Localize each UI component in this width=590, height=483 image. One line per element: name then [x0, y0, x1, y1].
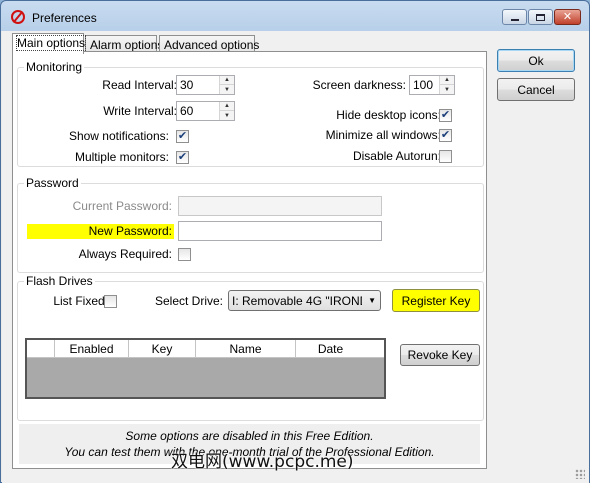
checkmark-icon: ✔ — [177, 151, 188, 163]
minimize-button[interactable] — [502, 9, 527, 25]
checkmark-icon: ✔ — [177, 130, 188, 142]
close-button[interactable]: ✕ — [554, 9, 581, 25]
password-title: Password — [24, 176, 81, 190]
multiple-monitors-label: Multiple monitors: — [74, 150, 169, 164]
tab-label: Main options — [15, 35, 87, 51]
write-interval-label: Write Interval: — [103, 104, 177, 118]
new-password-label: New Password: — [88, 224, 172, 238]
tab-label: Advanced options — [164, 38, 260, 52]
spin-down-icon[interactable]: ▼ — [220, 111, 234, 120]
write-interval-spinner[interactable]: 60 ▲ ▼ — [176, 101, 235, 121]
list-fixed-checkbox[interactable] — [104, 295, 117, 308]
select-drive-value: I: Removable 4G "IRONDU — [232, 294, 362, 308]
show-notifications-label: Show notifications: — [68, 129, 169, 143]
screen-darkness-label: Screen darkness: — [312, 78, 406, 92]
read-interval-label: Read Interval: — [102, 78, 177, 92]
spin-up-icon[interactable]: ▲ — [440, 76, 454, 85]
preferences-window: Preferences ✕ Main options Alarm options… — [0, 0, 590, 483]
app-no-entry-icon — [11, 10, 25, 24]
notice-line-1: Some options are disabled in this Free E… — [125, 429, 374, 443]
flash-drives-title: Flash Drives — [24, 274, 95, 288]
column-header-date[interactable]: Date — [296, 340, 365, 358]
row-header-cell — [27, 340, 55, 358]
spin-up-icon[interactable]: ▲ — [220, 76, 234, 85]
maximize-icon — [536, 13, 545, 21]
minimize-icon — [510, 19, 519, 21]
register-key-button[interactable]: Register Key — [392, 289, 480, 312]
main-options-panel: Monitoring Read Interval: 30 ▲ ▼ Write In… — [12, 51, 487, 469]
spinner-arrows: ▲ ▼ — [439, 76, 454, 94]
spinner-arrows: ▲ ▼ — [219, 76, 234, 94]
resize-grip-icon[interactable] — [575, 469, 585, 479]
always-required-label: Always Required: — [78, 247, 172, 261]
list-fixed-label: List Fixed: — [53, 294, 108, 308]
new-password-field[interactable] — [178, 221, 382, 241]
tab-main-options[interactable]: Main options — [12, 33, 87, 54]
select-drive-label: Select Drive: — [154, 294, 223, 308]
title-bar[interactable]: Preferences ✕ — [1, 1, 589, 31]
current-password-field[interactable] — [178, 196, 382, 216]
read-interval-value: 30 — [180, 78, 194, 92]
spin-down-icon[interactable]: ▼ — [440, 85, 454, 94]
select-drive-dropdown[interactable]: I: Removable 4G "IRONDU ▼ — [228, 290, 381, 311]
write-interval-value: 60 — [180, 104, 194, 118]
checkmark-icon: ✔ — [440, 109, 451, 121]
window-title: Preferences — [32, 11, 97, 25]
cancel-button[interactable]: Cancel — [497, 78, 575, 101]
flash-drives-group: Flash Drives List Fixed: Select Drive: I… — [17, 274, 484, 421]
revoke-key-button[interactable]: Revoke Key — [400, 344, 480, 366]
monitoring-title: Monitoring — [24, 60, 85, 74]
spin-down-icon[interactable]: ▼ — [220, 85, 234, 94]
minimize-all-windows-label: Minimize all windows: — [325, 128, 441, 142]
disable-autorun-label: Disable Autorun: — [352, 149, 441, 163]
keys-table[interactable]: Enabled Key Name Date — [25, 338, 386, 399]
column-header-key[interactable]: Key — [129, 340, 196, 358]
dropdown-arrow-icon: ▼ — [368, 296, 376, 305]
column-header-enabled[interactable]: Enabled — [55, 340, 129, 358]
password-group: Password Current Password: New Password:… — [17, 176, 484, 273]
site-watermark: 双电网(www.pcpc.me) — [171, 452, 354, 472]
maximize-button[interactable] — [528, 9, 553, 25]
screen-darkness-value: 100 — [413, 78, 434, 92]
multiple-monitors-checkbox[interactable]: ✔ — [176, 151, 189, 164]
client-area: Main options Alarm options Advanced opti… — [2, 31, 589, 483]
spinner-arrows: ▲ ▼ — [219, 102, 234, 120]
spin-up-icon[interactable]: ▲ — [220, 102, 234, 111]
tab-label: Alarm options — [90, 38, 164, 52]
screen-darkness-spinner[interactable]: 100 ▲ ▼ — [409, 75, 455, 95]
monitoring-group: Monitoring Read Interval: 30 ▲ ▼ Write In… — [17, 60, 484, 167]
column-header-name[interactable]: Name — [196, 340, 296, 358]
hide-desktop-icons-checkbox[interactable]: ✔ — [439, 109, 452, 122]
hide-desktop-icons-label: Hide desktop icons: — [336, 108, 441, 122]
always-required-checkbox[interactable] — [178, 248, 191, 261]
table-header: Enabled Key Name Date — [27, 340, 384, 358]
disable-autorun-checkbox[interactable] — [439, 150, 452, 163]
show-notifications-checkbox[interactable]: ✔ — [176, 130, 189, 143]
current-password-label: Current Password: — [72, 199, 172, 213]
ok-button[interactable]: Ok — [497, 49, 575, 72]
minimize-all-windows-checkbox[interactable]: ✔ — [439, 129, 452, 142]
close-icon: ✕ — [562, 10, 573, 23]
checkmark-icon: ✔ — [440, 129, 451, 141]
read-interval-spinner[interactable]: 30 ▲ ▼ — [176, 75, 235, 95]
